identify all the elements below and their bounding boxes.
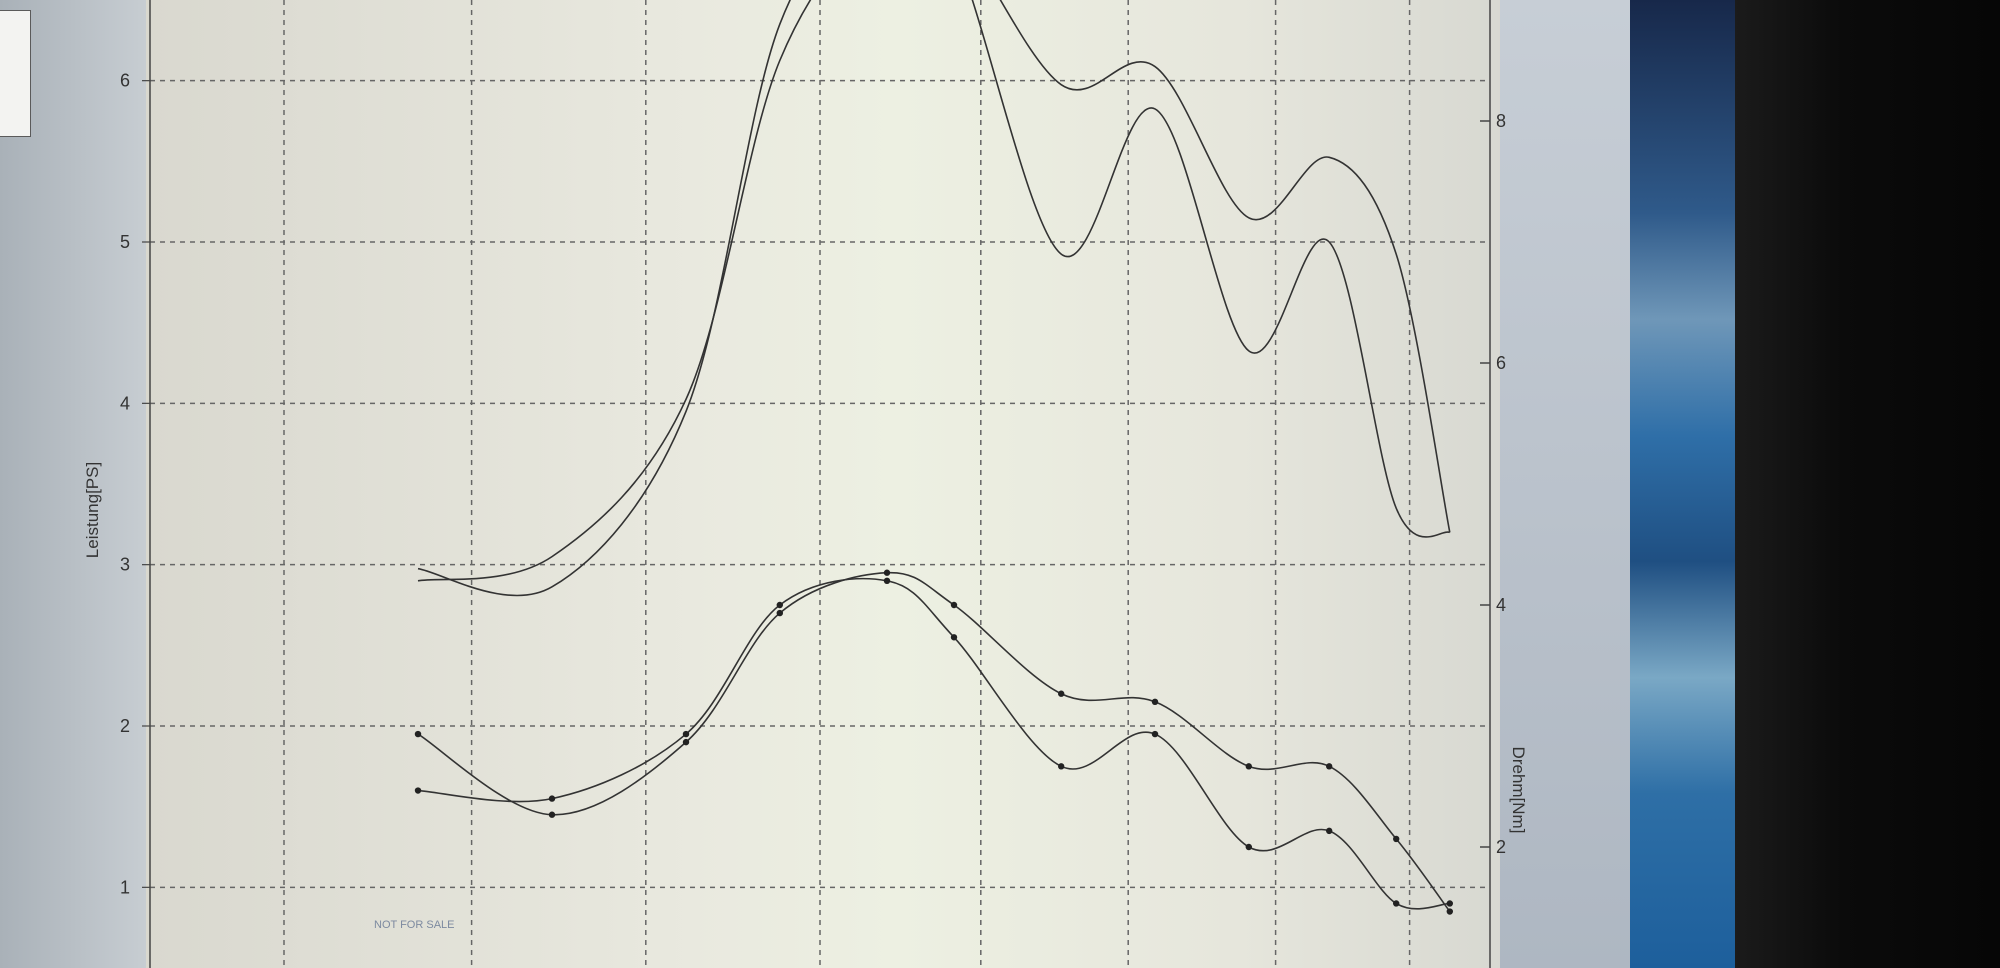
series-2-point-1 [548,811,556,818]
series-2-point-11 [1446,908,1454,915]
series-2-point-3 [776,609,783,617]
series-3-point-8 [1245,843,1253,851]
left-tick-label: 2 [120,716,130,736]
series-3-point-0 [414,787,422,794]
series-3-point-7 [1151,730,1159,738]
left-tick-label: 3 [120,555,130,575]
series-3-point-5 [950,634,958,641]
series-3-point-11 [1446,900,1454,907]
chart-grid [150,0,1490,968]
series-2-point-9 [1326,763,1333,770]
left-tick-label: 5 [120,232,130,252]
right-tick-label: 4 [1496,595,1506,615]
series-2-point-5 [950,601,958,609]
series-2-point-6 [1058,690,1065,697]
series-2-point-0 [414,730,422,738]
series-line-0 [417,0,1451,597]
right-tick-label: 8 [1496,111,1506,131]
series-3-point-2 [682,730,690,738]
series-2-point-2 [682,738,690,746]
right-tick-label: 6 [1496,353,1506,373]
left-tick-label: 4 [120,393,130,413]
right-tick-label: 2 [1496,837,1506,857]
series-line-2 [417,571,1451,913]
watermark-text: NOT FOR SALE [374,919,454,931]
series-3-point-1 [548,795,556,802]
series-3-point-6 [1058,763,1065,770]
right-axis-title: Drehm[Nm] [1509,747,1528,834]
series-3-point-10 [1393,900,1400,907]
series-3-point-9 [1326,827,1333,835]
series-2-point-7 [1151,698,1159,705]
chart-axis-labels: 1 2 3 4 5 6 2 4 6 8 [120,0,1506,968]
series-line-1 [417,0,1451,582]
left-tick-label: 6 [120,71,130,91]
series-2-point-10 [1393,835,1400,843]
series-line-3 [417,577,1450,910]
series-2-point-8 [1245,763,1253,770]
chart-series [414,0,1454,915]
series-3-point-4 [883,577,891,584]
series-3-point-3 [776,601,783,609]
left-tick-label: 1 [120,877,130,897]
series-2-point-4 [883,569,891,576]
dyno-chart: 1 2 3 4 5 6 2 4 6 8 Leistung[PS] Drehm[Nm] NOT FO… [83,0,1528,968]
left-axis-title: Leistung[PS] [83,462,102,558]
